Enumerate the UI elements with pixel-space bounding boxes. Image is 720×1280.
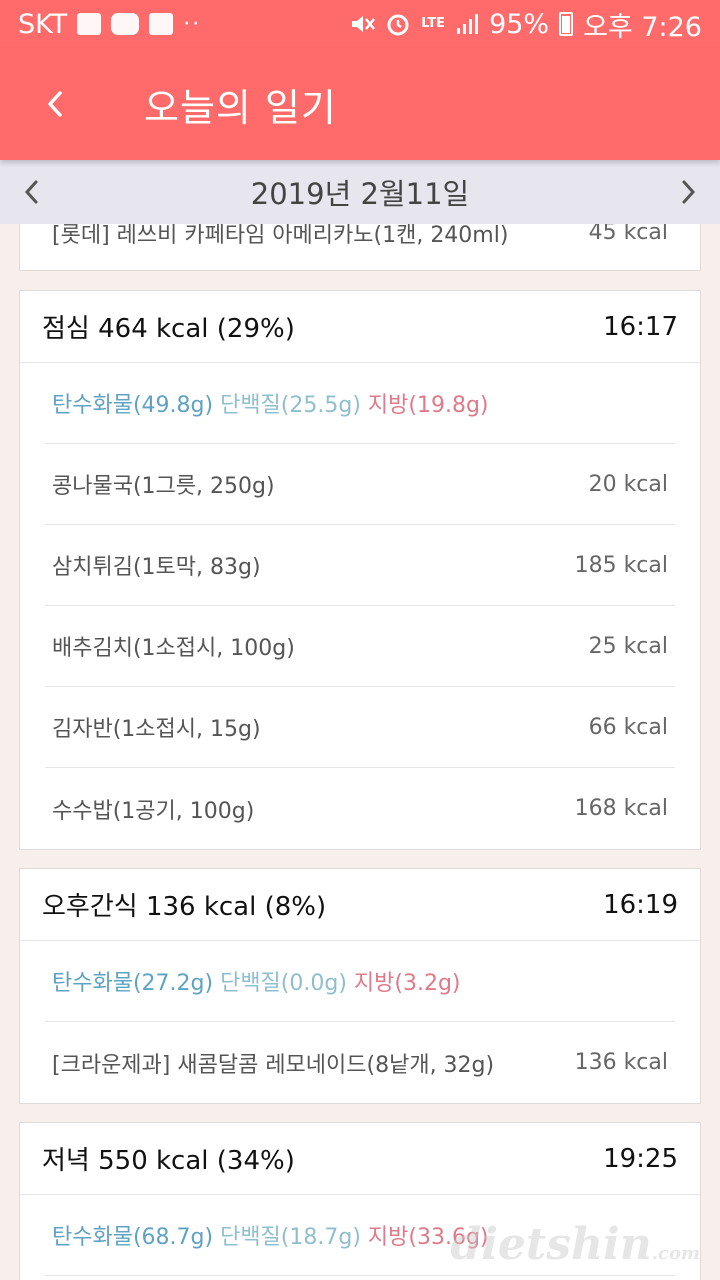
document-icon <box>149 13 174 35</box>
food-kcal: 136 kcal <box>574 1050 668 1075</box>
protein-value: 단백질(18.7g) <box>220 1225 361 1250</box>
food-name: 콩나물국(1그릇, 250g) <box>52 474 275 499</box>
carb-value: 탄수화물(49.8g) <box>52 393 214 418</box>
food-name: 배추김치(1소접시, 100g) <box>52 636 295 661</box>
meal-title: 점심 464 kcal (29%) <box>42 314 295 344</box>
current-date: 2019년 2월11일 <box>250 177 470 211</box>
youtube-icon <box>111 13 140 35</box>
meal-time: 19:25 <box>603 1143 678 1174</box>
list-item[interactable]: [롯데] 레쓰비 카페타임 아메리카노(1캔, 240ml) 45 kcal <box>45 224 675 270</box>
food-kcal: 66 kcal <box>588 714 668 740</box>
meal-time: 16:19 <box>603 889 678 920</box>
list-item[interactable]: 삼치튀김(1토막, 83g) 185 kcal <box>45 525 675 606</box>
macro-summary: 탄수화물(49.8g) 단백질(25.5g) 지방(19.8g) <box>45 363 675 444</box>
clock: 오후 7:26 <box>583 11 702 43</box>
gallery-icon <box>77 13 102 35</box>
list-item[interactable]: 김자반(1소접시, 15g) 66 kcal <box>45 687 675 768</box>
mute-icon <box>349 12 376 36</box>
food-kcal: 20 kcal <box>588 471 668 497</box>
food-kcal: 185 kcal <box>574 552 668 578</box>
date-navigation: 2019년 2월11일 <box>0 160 720 224</box>
battery-icon <box>559 12 574 36</box>
food-kcal: 45 kcal <box>588 224 668 245</box>
food-name: [크라운제과] 새콤달콤 레모네이드(8낱개, 32g) <box>52 1052 495 1078</box>
protein-value: 단백질(0.0g) <box>220 971 347 996</box>
diary-content[interactable]: [롯데] 레쓰비 카페타임 아메리카노(1캔, 240ml) 45 kcal 점… <box>0 224 720 1280</box>
previous-date-button[interactable] <box>0 160 64 224</box>
food-name: 삼치튀김(1토막, 83g) <box>52 555 261 580</box>
lte-icon: LTE <box>421 16 446 31</box>
notification-dots: ·· <box>183 11 202 37</box>
meal-title: 저녁 550 kcal (34%) <box>42 1146 295 1176</box>
food-kcal: 25 kcal <box>588 633 668 659</box>
carb-value: 탄수화물(68.7g) <box>52 1225 214 1250</box>
carrier-label: SKT <box>18 8 68 40</box>
back-button[interactable] <box>0 48 110 160</box>
chevron-right-icon <box>682 180 696 204</box>
meal-card-morning-snack: [롯데] 레쓰비 카페타임 아메리카노(1캔, 240ml) 45 kcal <box>19 224 701 271</box>
list-item[interactable]: 수수밥(1공기, 100g) 168 kcal <box>45 768 675 849</box>
food-kcal: 168 kcal <box>574 796 668 821</box>
list-item[interactable]: 배추김치(1소접시, 100g) 25 kcal <box>45 606 675 687</box>
macro-summary: 탄수화물(27.2g) 단백질(0.0g) 지방(3.2g) <box>45 941 675 1022</box>
page-title: 오늘의 일기 <box>144 85 337 130</box>
watermark-logo: dietshin.com <box>450 1219 700 1270</box>
meal-header[interactable]: 점심 464 kcal (29%) 16:17 <box>20 291 700 363</box>
fat-value: 지방(19.8g) <box>367 393 489 418</box>
app-bar: 오늘의 일기 <box>0 48 720 160</box>
fat-value: 지방(3.2g) <box>353 971 461 996</box>
meal-title: 오후간식 136 kcal (8%) <box>42 892 327 922</box>
meal-header[interactable]: 오후간식 136 kcal (8%) 16:19 <box>20 869 700 941</box>
signal-icon <box>455 13 479 35</box>
status-bar: SKT ·· LTE 95% 오후 7:26 <box>0 0 720 48</box>
food-name: [롯데] 레쓰비 카페타임 아메리카노(1캔, 240ml) <box>52 224 509 248</box>
food-name: 수수밥(1공기, 100g) <box>52 798 255 824</box>
meal-card-afternoon-snack: 오후간식 136 kcal (8%) 16:19 탄수화물(27.2g) 단백질… <box>19 868 701 1104</box>
list-item[interactable]: [크라운제과] 새콤달콤 레모네이드(8낱개, 32g) 136 kcal <box>45 1022 675 1103</box>
meal-header[interactable]: 저녁 550 kcal (34%) 19:25 <box>20 1123 700 1195</box>
next-date-button[interactable] <box>656 160 720 224</box>
chevron-left-icon <box>24 180 38 204</box>
food-name: 김자반(1소접시, 15g) <box>52 717 261 742</box>
list-item[interactable]: 콩나물국(1그릇, 250g) 20 kcal <box>45 444 675 525</box>
chevron-left-icon <box>48 91 62 117</box>
meal-time: 16:17 <box>603 311 678 342</box>
protein-value: 단백질(25.5g) <box>220 393 361 418</box>
carb-value: 탄수화물(27.2g) <box>52 971 214 996</box>
alarm-icon <box>385 11 411 37</box>
battery-percent: 95% <box>489 8 550 40</box>
meal-card-lunch: 점심 464 kcal (29%) 16:17 탄수화물(49.8g) 단백질(… <box>19 290 701 850</box>
